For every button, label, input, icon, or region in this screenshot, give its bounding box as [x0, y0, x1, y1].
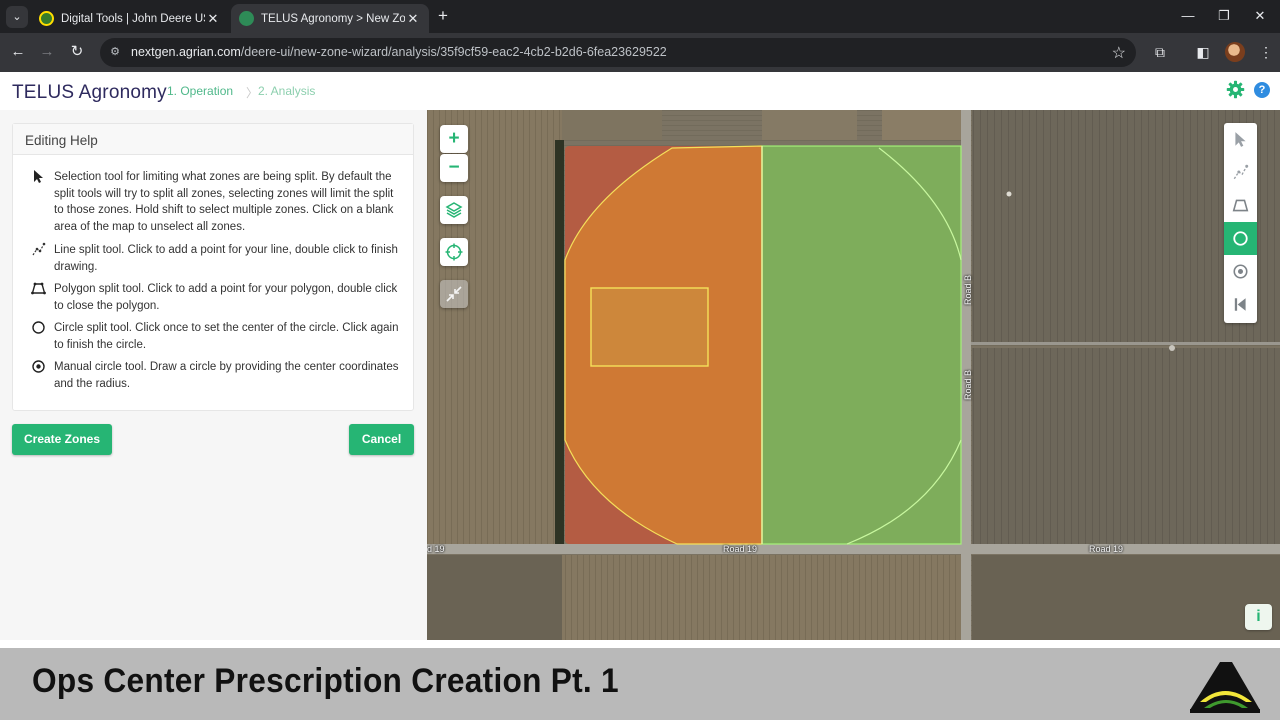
minimize-window-icon[interactable]: — [1178, 6, 1198, 26]
selection-tool[interactable] [1224, 123, 1257, 156]
tab-search-chevron-icon[interactable]: ⌄ [6, 6, 28, 28]
zoom-out-button[interactable]: − [440, 154, 468, 182]
editing-help-heading: Editing Help [13, 124, 413, 155]
restore-window-icon[interactable]: ❐ [1214, 6, 1234, 26]
skip-back-tool[interactable] [1224, 288, 1257, 321]
help-text-manual-circle: Manual circle tool. Draw a circle by pro… [54, 361, 399, 390]
collapse-button[interactable] [440, 280, 468, 308]
close-tab-icon[interactable]: ✕ [405, 11, 421, 27]
editing-help-panel: Editing Help Selection tool for limiting… [0, 110, 427, 640]
polygon-split-icon [31, 282, 46, 295]
browser-tab-telus[interactable]: TELUS Agronomy > New Zone ✕ [231, 4, 429, 33]
extensions-icon[interactable]: ⧉ [1150, 42, 1170, 62]
help-text-line-split: Line split tool. Click to add a point fo… [54, 244, 398, 273]
step-separator: 〉 [246, 86, 259, 100]
pointer-icon [1235, 132, 1246, 147]
green-zone[interactable] [761, 145, 962, 545]
new-tab-plus-icon[interactable]: + [434, 6, 452, 26]
banner-title: Ops Center Prescription Creation Pt. 1 [32, 662, 619, 700]
line-split-icon [32, 242, 46, 256]
reload-icon[interactable]: ↻ [67, 42, 87, 62]
circle-split-icon [32, 321, 45, 334]
road-label: Road 19 [1089, 544, 1124, 554]
collapse-arrows-icon [446, 286, 462, 302]
pointer-icon [34, 170, 43, 183]
close-tab-icon[interactable]: ✕ [205, 11, 221, 27]
polygon-split-tool[interactable] [1224, 189, 1257, 222]
manual-circle-tool[interactable] [1224, 255, 1257, 288]
drawn-rectangle-zone[interactable] [590, 287, 709, 367]
line-split-icon [1233, 164, 1249, 180]
layers-icon [445, 202, 463, 218]
map-info-button[interactable]: i [1245, 604, 1272, 630]
back-arrow-icon[interactable]: ← [8, 42, 28, 62]
bookmark-star-icon[interactable]: ☆ [1112, 43, 1126, 63]
channel-logo-icon [1190, 662, 1260, 713]
help-text-selection: Selection tool for limiting what zones a… [54, 171, 394, 233]
road-label: d 19 [427, 544, 445, 554]
create-zones-button[interactable]: Create Zones [12, 424, 112, 455]
cancel-button[interactable]: Cancel [349, 424, 414, 455]
tab-title: TELUS Agronomy > New Zone [261, 12, 405, 25]
help-question-icon[interactable]: ? [1254, 82, 1270, 98]
manual-circle-icon [32, 360, 45, 373]
tab-title: Digital Tools | John Deere US [61, 12, 205, 25]
brand-title: TELUS Agronomy [12, 82, 167, 103]
app-header: TELUS Agronomy 1. Operation 〉 2. Analysi… [0, 72, 1280, 110]
step-analysis[interactable]: 2. Analysis [258, 84, 315, 98]
url-text: nextgen.agrian.com/deere-ui/new-zone-wiz… [131, 45, 667, 59]
help-text-circle-split: Circle split tool. Click once to set the… [54, 322, 399, 351]
road-label: Road B [963, 369, 974, 401]
line-split-tool[interactable] [1224, 156, 1257, 189]
polygon-split-icon [1232, 199, 1249, 212]
locate-button[interactable] [440, 238, 468, 266]
road-label: Road 19 [723, 544, 758, 554]
address-bar[interactable]: ⚙ nextgen.agrian.com/deere-ui/new-zone-w… [100, 38, 1136, 67]
john-deere-favicon-icon [39, 11, 54, 26]
crosshair-icon [445, 243, 463, 261]
profile-avatar[interactable] [1225, 42, 1245, 62]
road-label: Road B [963, 274, 974, 306]
skip-back-icon [1234, 298, 1246, 311]
video-title-banner: Ops Center Prescription Creation Pt. 1 [0, 648, 1280, 720]
settings-gear-icon[interactable] [1226, 80, 1245, 99]
editing-help-card: Editing Help Selection tool for limiting… [12, 123, 414, 411]
browser-tab-john-deere[interactable]: Digital Tools | John Deere US ✕ [31, 4, 229, 33]
layers-button[interactable] [440, 196, 468, 224]
step-operation[interactable]: 1. Operation [167, 84, 233, 98]
browser-tab-strip: ⌄ Digital Tools | John Deere US ✕ TELUS … [0, 0, 1280, 33]
telus-favicon-icon [239, 11, 254, 26]
browser-toolbar: ← → ↻ ⚙ nextgen.agrian.com/deere-ui/new-… [0, 33, 1280, 72]
forward-arrow-icon[interactable]: → [37, 42, 57, 62]
side-panel-icon[interactable]: ◧ [1193, 42, 1213, 62]
site-info-icon[interactable]: ⚙ [108, 45, 122, 59]
zoom-in-button[interactable]: + [440, 125, 468, 153]
map-view[interactable]: + − d 19 Road 19 Road 19 Road B Road B i [427, 110, 1280, 640]
circle-split-tool[interactable] [1224, 222, 1257, 255]
help-text-polygon-split: Polygon split tool. Click to add a point… [54, 283, 398, 312]
split-tool-palette [1224, 123, 1257, 323]
satellite-imagery [427, 110, 1280, 640]
banner-spacer [0, 640, 1280, 648]
circle-split-icon [1233, 231, 1248, 246]
manual-circle-icon [1233, 264, 1248, 279]
close-window-icon[interactable]: ✕ [1250, 6, 1270, 26]
browser-menu-icon[interactable]: ⋮ [1256, 42, 1276, 62]
